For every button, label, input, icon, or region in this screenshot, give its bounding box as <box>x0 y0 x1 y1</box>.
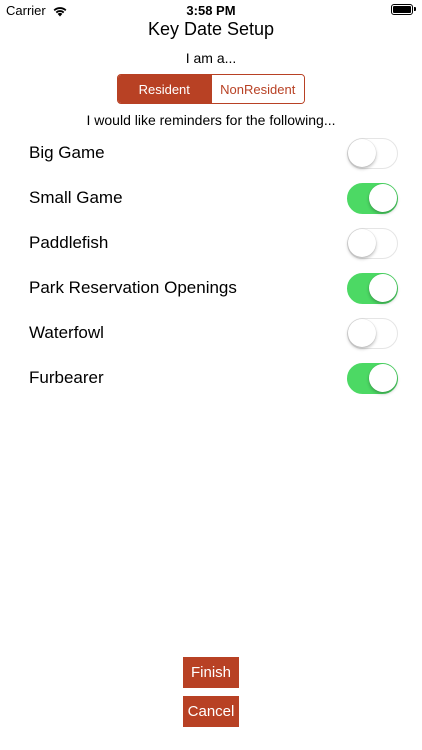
toggle-label: Park Reservation Openings <box>29 278 237 297</box>
switch-knob <box>369 274 397 302</box>
switch-knob <box>348 229 376 257</box>
finish-button[interactable]: Finish <box>183 657 239 688</box>
battery-icon <box>391 4 413 15</box>
switch-knob <box>348 319 376 347</box>
switch-knob <box>369 364 397 392</box>
toggle-row-park-reservation: Park Reservation Openings <box>0 267 422 312</box>
battery-cap <box>414 7 416 11</box>
segment-nonresident[interactable]: NonResident <box>210 75 304 103</box>
toggle-label: Paddlefish <box>29 233 109 252</box>
toggle-row-big-game: Big Game <box>0 132 422 177</box>
toggle-label: Furbearer <box>29 368 104 387</box>
toggle-row-waterfowl: Waterfowl <box>0 312 422 357</box>
reminder-toggle-list: Big Game Small Game Paddlefish Park Rese… <box>0 132 422 402</box>
cancel-button[interactable]: Cancel <box>183 696 239 727</box>
toggle-label: Big Game <box>29 143 105 162</box>
toggle-row-small-game: Small Game <box>0 177 422 222</box>
toggle-row-paddlefish: Paddlefish <box>0 222 422 267</box>
toggle-label: Small Game <box>29 188 123 207</box>
residency-prompt: I am a... <box>185 50 237 66</box>
paddlefish-switch[interactable] <box>347 228 398 259</box>
switch-knob <box>348 139 376 167</box>
big-game-switch[interactable] <box>347 138 398 169</box>
park-reservation-switch[interactable] <box>347 273 398 304</box>
switch-knob <box>369 184 397 212</box>
segment-resident[interactable]: Resident <box>118 75 211 103</box>
waterfowl-switch[interactable] <box>347 318 398 349</box>
page-title: Key Date Setup <box>147 19 275 39</box>
furbearer-switch[interactable] <box>347 363 398 394</box>
residency-segmented-control[interactable]: Resident NonResident <box>117 74 305 104</box>
reminders-prompt: I would like reminders for the following… <box>86 112 336 128</box>
toggle-label: Waterfowl <box>29 323 104 342</box>
toggle-row-furbearer: Furbearer <box>0 357 422 402</box>
status-time: 3:58 PM <box>186 3 236 18</box>
small-game-switch[interactable] <box>347 183 398 214</box>
